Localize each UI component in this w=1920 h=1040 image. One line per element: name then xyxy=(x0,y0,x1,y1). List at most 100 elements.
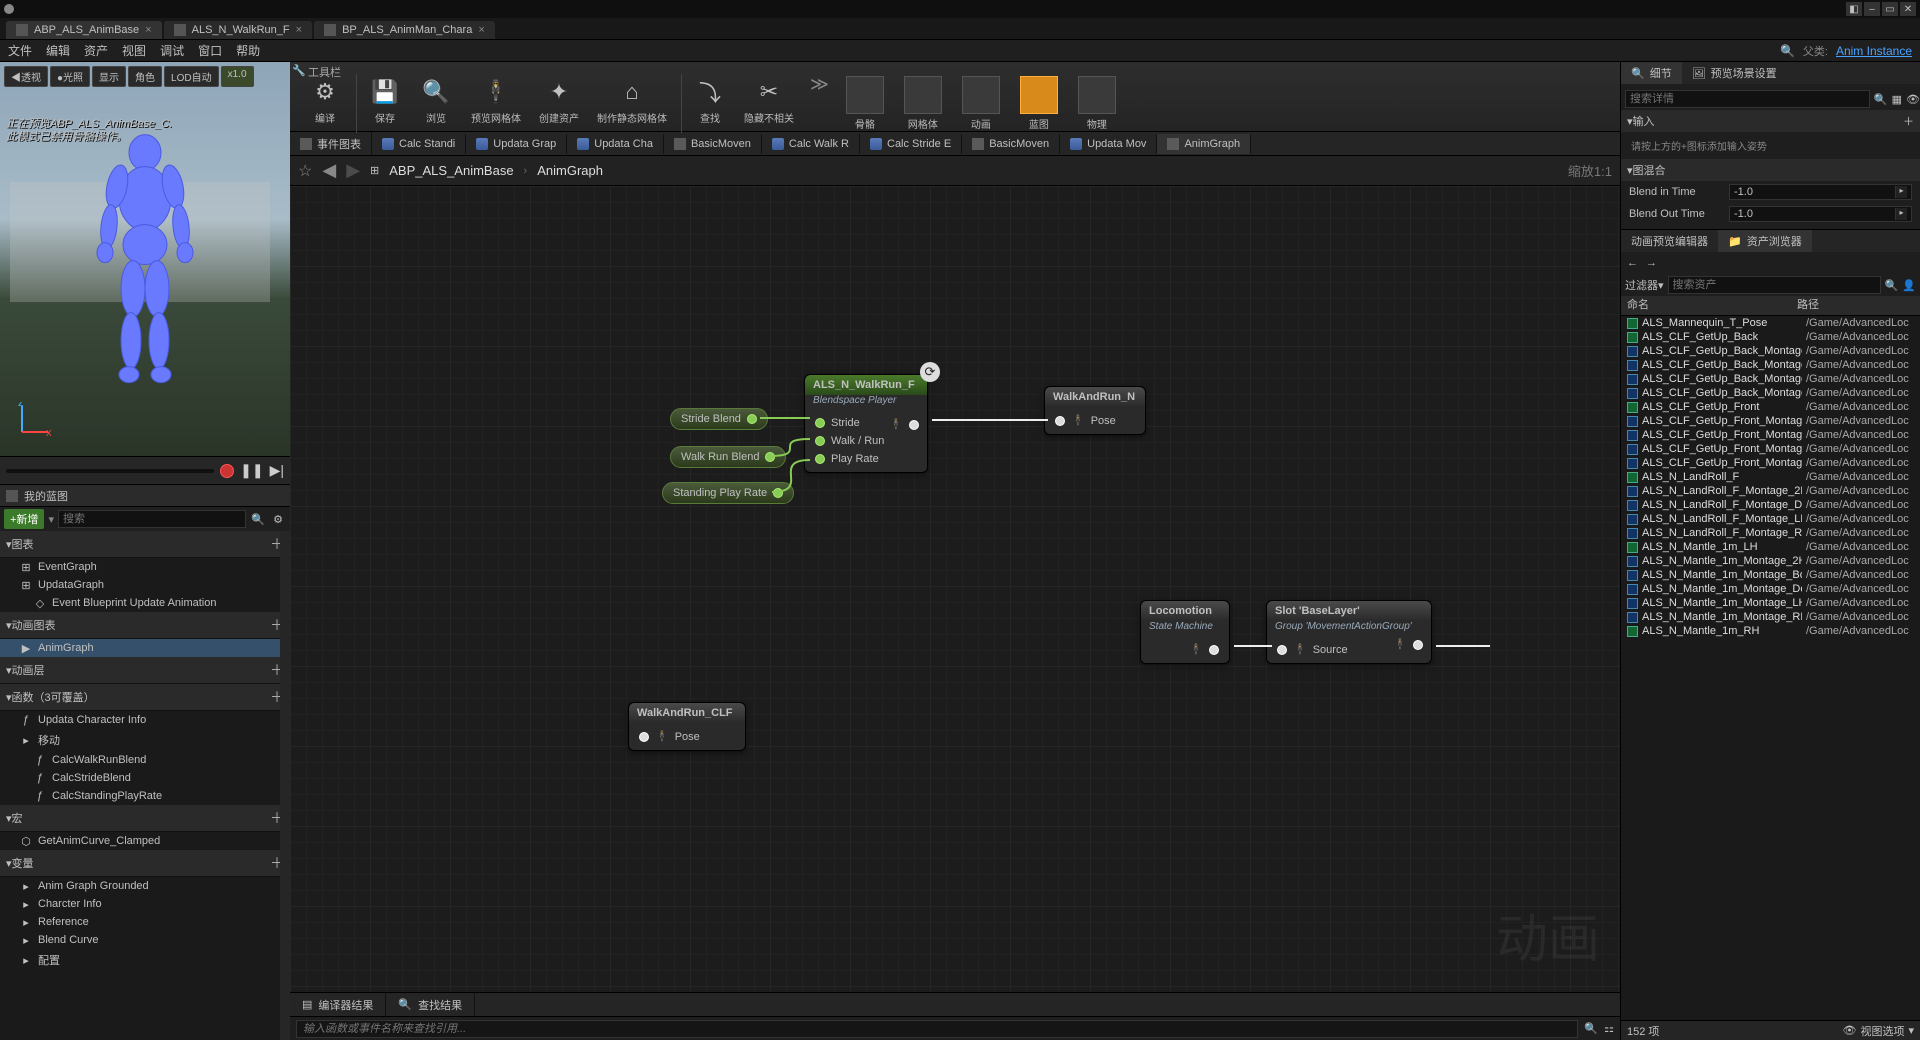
menu-item[interactable]: 资产 xyxy=(84,42,108,59)
search-icon[interactable]: 🔍 xyxy=(250,511,266,527)
toolbar-button[interactable]: ⌂制作静态网格体 xyxy=(589,74,675,133)
asset-row[interactable]: ALS_N_Mantle_1m_LH/Game/AdvancedLoc xyxy=(1621,540,1920,554)
parent-class-link[interactable]: Anim Instance xyxy=(1836,44,1912,58)
asset-row[interactable]: ALS_N_LandRoll_F_Montage_RH/Game/Advance… xyxy=(1621,526,1920,540)
refresh-icon[interactable]: ⟳ xyxy=(920,362,940,382)
graph-node[interactable]: WalkAndRun_N🕴Pose xyxy=(1044,386,1146,435)
details-category-blend[interactable]: ▾ 图混合 xyxy=(1621,159,1920,181)
output-pin[interactable] xyxy=(765,452,775,462)
tree-item[interactable]: ▶AnimGraph xyxy=(0,639,290,657)
nav-back-button[interactable]: ◀ xyxy=(322,160,336,181)
graph-node[interactable]: LocomotionState Machine🕴 xyxy=(1140,600,1230,664)
column-path[interactable]: 路径 xyxy=(1797,296,1819,315)
search-icon[interactable]: 🔍 xyxy=(1780,44,1795,58)
person-icon[interactable]: 👤 xyxy=(1902,279,1916,292)
window-maximize-button[interactable]: ▭ xyxy=(1882,2,1898,16)
input-pin[interactable] xyxy=(815,418,825,428)
asset-row[interactable]: ALS_CLF_GetUp_Front_Montage_2H/Game/Adva… xyxy=(1621,414,1920,428)
details-search-input[interactable] xyxy=(1625,90,1870,108)
viewport-mode-button[interactable]: 角色 xyxy=(128,66,162,87)
viewport-mode-button[interactable]: 显示 xyxy=(92,66,126,87)
my-blueprint-header[interactable]: 我的蓝图 xyxy=(0,485,290,507)
tree-category[interactable]: ▾宏＋ xyxy=(0,805,290,832)
window-dock-button[interactable]: ◧ xyxy=(1846,2,1862,16)
preview-viewport[interactable]: ◀透视●光照显示角色LOD自动x1.0 正在预览ABP_ALS_AnimBase… xyxy=(0,62,290,457)
asset-row[interactable]: ALS_N_Mantle_1m_Montage_2H/Game/Advanced… xyxy=(1621,554,1920,568)
document-tab[interactable]: ALS_N_WalkRun_F× xyxy=(164,21,312,39)
pose-output-pin[interactable] xyxy=(1413,640,1423,650)
nav-forward-button[interactable]: → xyxy=(1646,257,1657,269)
output-pin[interactable] xyxy=(773,488,783,498)
spinner-icon[interactable]: ▸ xyxy=(1895,186,1907,198)
tree-item[interactable]: ƒCalcWalkRunBlend xyxy=(0,751,290,769)
editor-mode-button[interactable]: 骨骼 xyxy=(837,74,893,133)
tree-category[interactable]: ▾图表＋ xyxy=(0,531,290,558)
pose-input-pin[interactable] xyxy=(1277,645,1287,655)
tree-category[interactable]: ▾函数（3可覆盖）＋ xyxy=(0,684,290,711)
editor-mode-button[interactable]: 物理 xyxy=(1069,74,1125,133)
variable-pill[interactable]: Walk Run Blend xyxy=(670,446,786,468)
tree-item[interactable]: ⊞UpdataGraph xyxy=(0,576,290,594)
anim-preview-editor-tab[interactable]: 动画预览编辑器 xyxy=(1621,230,1718,252)
breadcrumb-leaf[interactable]: AnimGraph xyxy=(537,163,603,178)
graph-node[interactable]: Slot 'BaseLayer'Group 'MovementActionGro… xyxy=(1266,600,1432,664)
asset-row[interactable]: ALS_Mannequin_T_Pose/Game/AdvancedLoc xyxy=(1621,316,1920,330)
details-category-input[interactable]: ▾ 输入＋ xyxy=(1621,110,1920,132)
asset-row[interactable]: ALS_N_Mantle_1m_Montage_LH/Game/Advanced… xyxy=(1621,596,1920,610)
asset-list-header[interactable]: 命名 路径 xyxy=(1621,296,1920,316)
tree-item[interactable]: ▸Reference xyxy=(0,913,290,931)
property-value-input[interactable]: -1.0▸ xyxy=(1729,206,1912,222)
toolbar-button[interactable]: 💾保存 xyxy=(356,74,409,133)
toolbar-button[interactable]: 🕴预览网格体 xyxy=(463,74,529,133)
asset-row[interactable]: ALS_CLF_GetUp_Front_Montage_RH/Game/Adva… xyxy=(1621,456,1920,470)
tree-category[interactable]: ▾动画层＋ xyxy=(0,657,290,684)
tree-item[interactable]: ▸Blend Curve xyxy=(0,931,290,949)
window-minimize-button[interactable]: – xyxy=(1864,2,1880,16)
editor-mode-button[interactable]: 动画 xyxy=(953,74,1009,133)
tree-item[interactable]: ▸Charcter Info xyxy=(0,895,290,913)
viewport-mode-button[interactable]: LOD自动 xyxy=(164,66,219,87)
editor-mode-button[interactable]: 蓝图 xyxy=(1011,74,1067,133)
timeline-scrubber[interactable] xyxy=(6,469,214,473)
my-blueprint-tree[interactable]: ▾图表＋⊞EventGraph⊞UpdataGraph◇Event Bluepr… xyxy=(0,531,290,1040)
editor-mode-button[interactable]: 网格体 xyxy=(895,74,951,133)
asset-row[interactable]: ALS_N_LandRoll_F_Montage_2H/Game/Advance… xyxy=(1621,484,1920,498)
tree-category[interactable]: ▾变量＋ xyxy=(0,850,290,877)
spinner-icon[interactable]: ▸ xyxy=(1895,208,1907,220)
dropdown-icon[interactable]: ▾ xyxy=(48,513,54,526)
add-icon[interactable]: ＋ xyxy=(1903,113,1914,129)
tree-item[interactable]: ⬡GetAnimCurve_Clamped xyxy=(0,832,290,850)
function-tab[interactable]: Updata Mov xyxy=(1060,134,1157,154)
filter-label[interactable]: 过滤器▾ xyxy=(1625,277,1664,293)
asset-row[interactable]: ALS_CLF_GetUp_Back_Montage_LH/Game/Advan… xyxy=(1621,372,1920,386)
close-icon[interactable]: × xyxy=(478,24,484,36)
viewport-mode-button[interactable]: ◀透视 xyxy=(4,66,48,87)
pose-input-pin[interactable] xyxy=(1055,416,1065,426)
tree-item[interactable]: ▸移动 xyxy=(0,729,290,751)
pose-output-pin[interactable] xyxy=(1209,645,1219,655)
pose-output-pin[interactable] xyxy=(909,420,919,430)
asset-row[interactable]: ALS_N_LandRoll_F_Montage_LH/Game/Advance… xyxy=(1621,512,1920,526)
toolbar-button[interactable]: ✂隐藏不相关 xyxy=(736,74,802,133)
asset-row[interactable]: ALS_N_Mantle_1m_Montage_Default/Game/Adv… xyxy=(1621,582,1920,596)
asset-row[interactable]: ALS_N_LandRoll_F_Montage_Default/Game/Ad… xyxy=(1621,498,1920,512)
add-new-button[interactable]: +新增 xyxy=(4,509,44,529)
close-icon[interactable]: × xyxy=(145,24,151,36)
menu-item[interactable]: 窗口 xyxy=(198,42,222,59)
search-icon[interactable]: 🔍 xyxy=(1885,279,1899,292)
tree-item[interactable]: ⊞EventGraph xyxy=(0,558,290,576)
asset-row[interactable]: ALS_CLF_GetUp_Back/Game/AdvancedLoc xyxy=(1621,330,1920,344)
tree-item[interactable]: ƒCalcStandingPlayRate xyxy=(0,787,290,805)
function-tab[interactable]: Calc Walk R xyxy=(762,134,860,154)
input-pin[interactable] xyxy=(815,454,825,464)
tree-item[interactable]: ◇Event Blueprint Update Animation xyxy=(0,594,290,612)
window-close-button[interactable]: ✕ xyxy=(1900,2,1916,16)
function-tab[interactable]: Calc Stride E xyxy=(860,134,962,154)
function-tab[interactable]: AnimGraph xyxy=(1157,134,1251,154)
view-options-button[interactable]: 👁视图选项▾ xyxy=(1843,1023,1915,1039)
search-icon[interactable]: 🔍 xyxy=(1584,1022,1598,1035)
graph-node[interactable]: ALS_N_WalkRun_FBlendspace PlayerStrideWa… xyxy=(804,374,928,473)
variable-pill[interactable]: Standing Play Rate xyxy=(662,482,794,504)
function-tab[interactable]: 事件图表 xyxy=(290,132,372,156)
nav-back-button[interactable]: ← xyxy=(1627,257,1638,269)
